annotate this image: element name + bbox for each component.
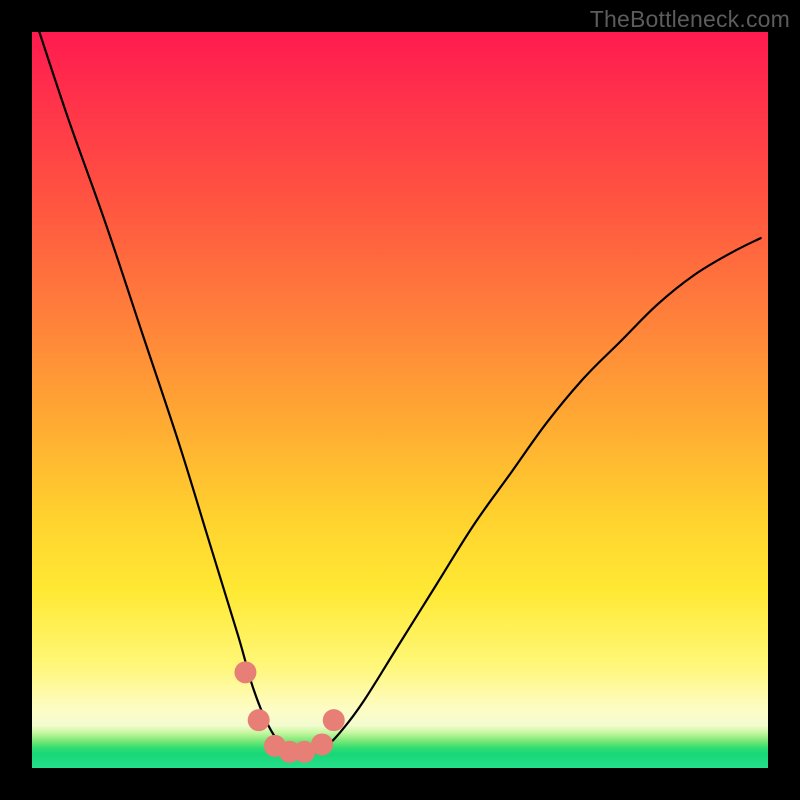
plot-area (32, 32, 768, 768)
highlight-markers (234, 661, 344, 762)
watermark-text: TheBottleneck.com (590, 6, 790, 33)
highlight-dot (248, 709, 270, 731)
highlight-dot (323, 709, 345, 731)
highlight-dot (234, 661, 256, 683)
curve-svg (32, 32, 768, 768)
chart-frame: TheBottleneck.com (0, 0, 800, 800)
bottleneck-curve (39, 32, 760, 754)
highlight-dot (311, 733, 333, 755)
